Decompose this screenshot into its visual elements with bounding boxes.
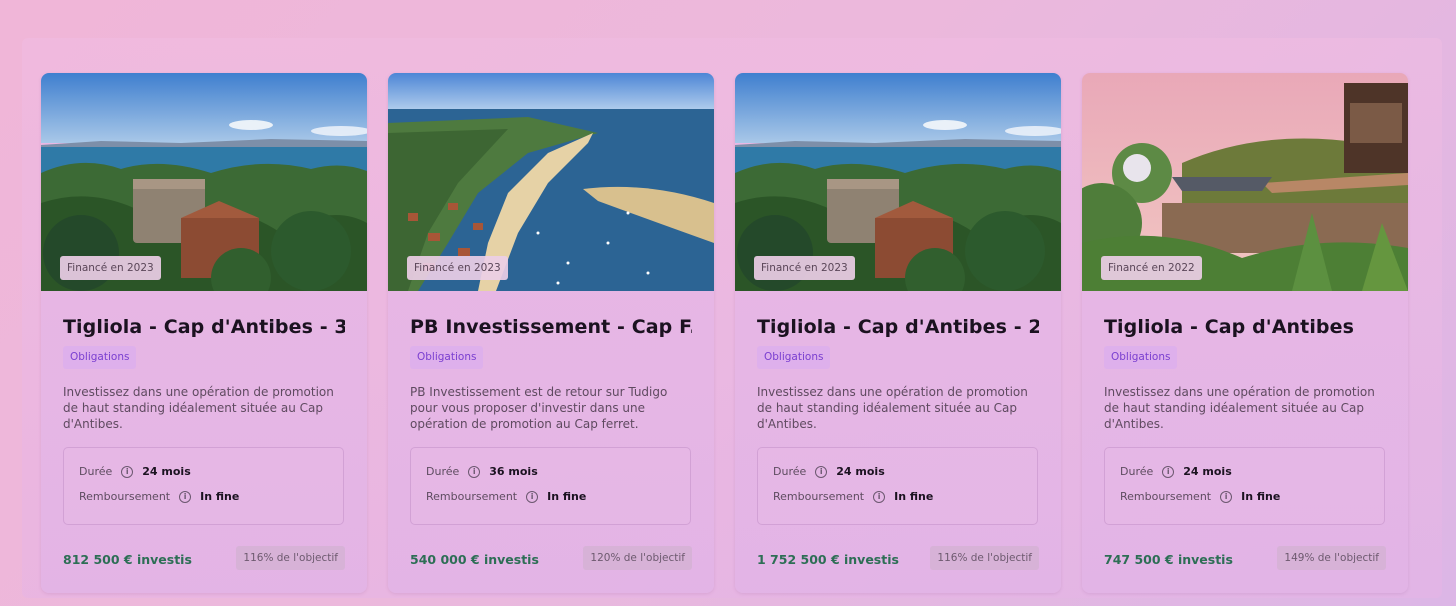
repayment-row: Remboursement i In fine xyxy=(79,490,239,503)
project-info-box: Durée i 36 mois Remboursement i In fine xyxy=(410,447,691,525)
repayment-label: Remboursement xyxy=(426,490,518,503)
project-card[interactable]: Financé en 2023 Tigliola - Cap d'Antibes… xyxy=(41,73,367,593)
repayment-value: In fine xyxy=(200,490,240,503)
duration-value: 36 mois xyxy=(489,465,538,478)
info-circle-icon[interactable]: i xyxy=(1162,465,1175,478)
goal-badge: 120% de l'objectif xyxy=(583,546,692,570)
repayment-value: In fine xyxy=(547,490,587,503)
info-circle-icon[interactable]: i xyxy=(815,465,828,478)
project-title[interactable]: PB Investissement - Cap F... xyxy=(410,316,692,338)
project-image[interactable]: Financé en 2023 xyxy=(735,73,1061,291)
category-tag: Obligations xyxy=(1104,346,1178,369)
duration-label: Durée xyxy=(79,465,113,478)
info-circle-icon[interactable]: i xyxy=(468,465,481,478)
invested-amount: 1 752 500 € investis xyxy=(757,552,899,567)
duration-label: Durée xyxy=(773,465,807,478)
info-circle-icon[interactable]: i xyxy=(1220,490,1233,503)
goal-badge: 116% de l'objectif xyxy=(930,546,1039,570)
financed-badge: Financé en 2023 xyxy=(407,256,508,280)
project-description: Investissez dans une opération de promot… xyxy=(757,385,1028,431)
info-circle-icon[interactable]: i xyxy=(526,490,539,503)
repayment-label: Remboursement xyxy=(1120,490,1212,503)
financed-badge: Financé en 2022 xyxy=(1101,256,1202,280)
duration-value: 24 mois xyxy=(1183,465,1232,478)
duration-value: 24 mois xyxy=(142,465,191,478)
invested-amount: 747 500 € investis xyxy=(1104,552,1233,567)
project-description: Investissez dans une opération de promot… xyxy=(63,385,334,431)
duration-row: Durée i 24 mois xyxy=(773,465,885,478)
project-title[interactable]: Tigliola - Cap d'Antibes - 3... xyxy=(63,316,345,338)
goal-badge: 116% de l'objectif xyxy=(236,546,345,570)
project-title[interactable]: Tigliola - Cap d'Antibes xyxy=(1104,316,1386,338)
project-info-box: Durée i 24 mois Remboursement i In fine xyxy=(757,447,1038,525)
category-tag: Obligations xyxy=(757,346,831,369)
repayment-value: In fine xyxy=(894,490,934,503)
duration-row: Durée i 36 mois xyxy=(426,465,538,478)
repayment-row: Remboursement i In fine xyxy=(773,490,933,503)
project-image[interactable]: Financé en 2023 xyxy=(388,73,714,291)
project-title[interactable]: Tigliola - Cap d'Antibes - 2... xyxy=(757,316,1039,338)
invested-amount: 812 500 € investis xyxy=(63,552,192,567)
duration-label: Durée xyxy=(1120,465,1154,478)
project-image[interactable]: Financé en 2023 xyxy=(41,73,367,291)
duration-row: Durée i 24 mois xyxy=(1120,465,1232,478)
project-description: Investissez dans une opération de promot… xyxy=(1104,385,1375,431)
info-circle-icon[interactable]: i xyxy=(873,490,886,503)
financed-badge: Financé en 2023 xyxy=(60,256,161,280)
duration-value: 24 mois xyxy=(836,465,885,478)
project-info-box: Durée i 24 mois Remboursement i In fine xyxy=(63,447,344,525)
project-card[interactable]: Financé en 2023 Tigliola - Cap d'Antibes… xyxy=(735,73,1061,593)
category-tag: Obligations xyxy=(63,346,137,369)
repayment-row: Remboursement i In fine xyxy=(426,490,586,503)
info-circle-icon[interactable]: i xyxy=(121,465,134,478)
category-tag: Obligations xyxy=(410,346,484,369)
invested-amount: 540 000 € investis xyxy=(410,552,539,567)
repayment-value: In fine xyxy=(1241,490,1281,503)
repayment-row: Remboursement i In fine xyxy=(1120,490,1280,503)
project-card[interactable]: Financé en 2022 Tigliola - Cap d'Antibes… xyxy=(1082,73,1408,593)
duration-row: Durée i 24 mois xyxy=(79,465,191,478)
info-circle-icon[interactable]: i xyxy=(179,490,192,503)
financed-badge: Financé en 2023 xyxy=(754,256,855,280)
repayment-label: Remboursement xyxy=(79,490,171,503)
duration-label: Durée xyxy=(426,465,460,478)
project-image[interactable]: Financé en 2022 xyxy=(1082,73,1408,291)
project-card[interactable]: Financé en 2023 PB Investissement - Cap … xyxy=(388,73,714,593)
project-info-box: Durée i 24 mois Remboursement i In fine xyxy=(1104,447,1385,525)
repayment-label: Remboursement xyxy=(773,490,865,503)
project-description: PB Investissement est de retour sur Tudi… xyxy=(410,385,668,431)
goal-badge: 149% de l'objectif xyxy=(1277,546,1386,570)
